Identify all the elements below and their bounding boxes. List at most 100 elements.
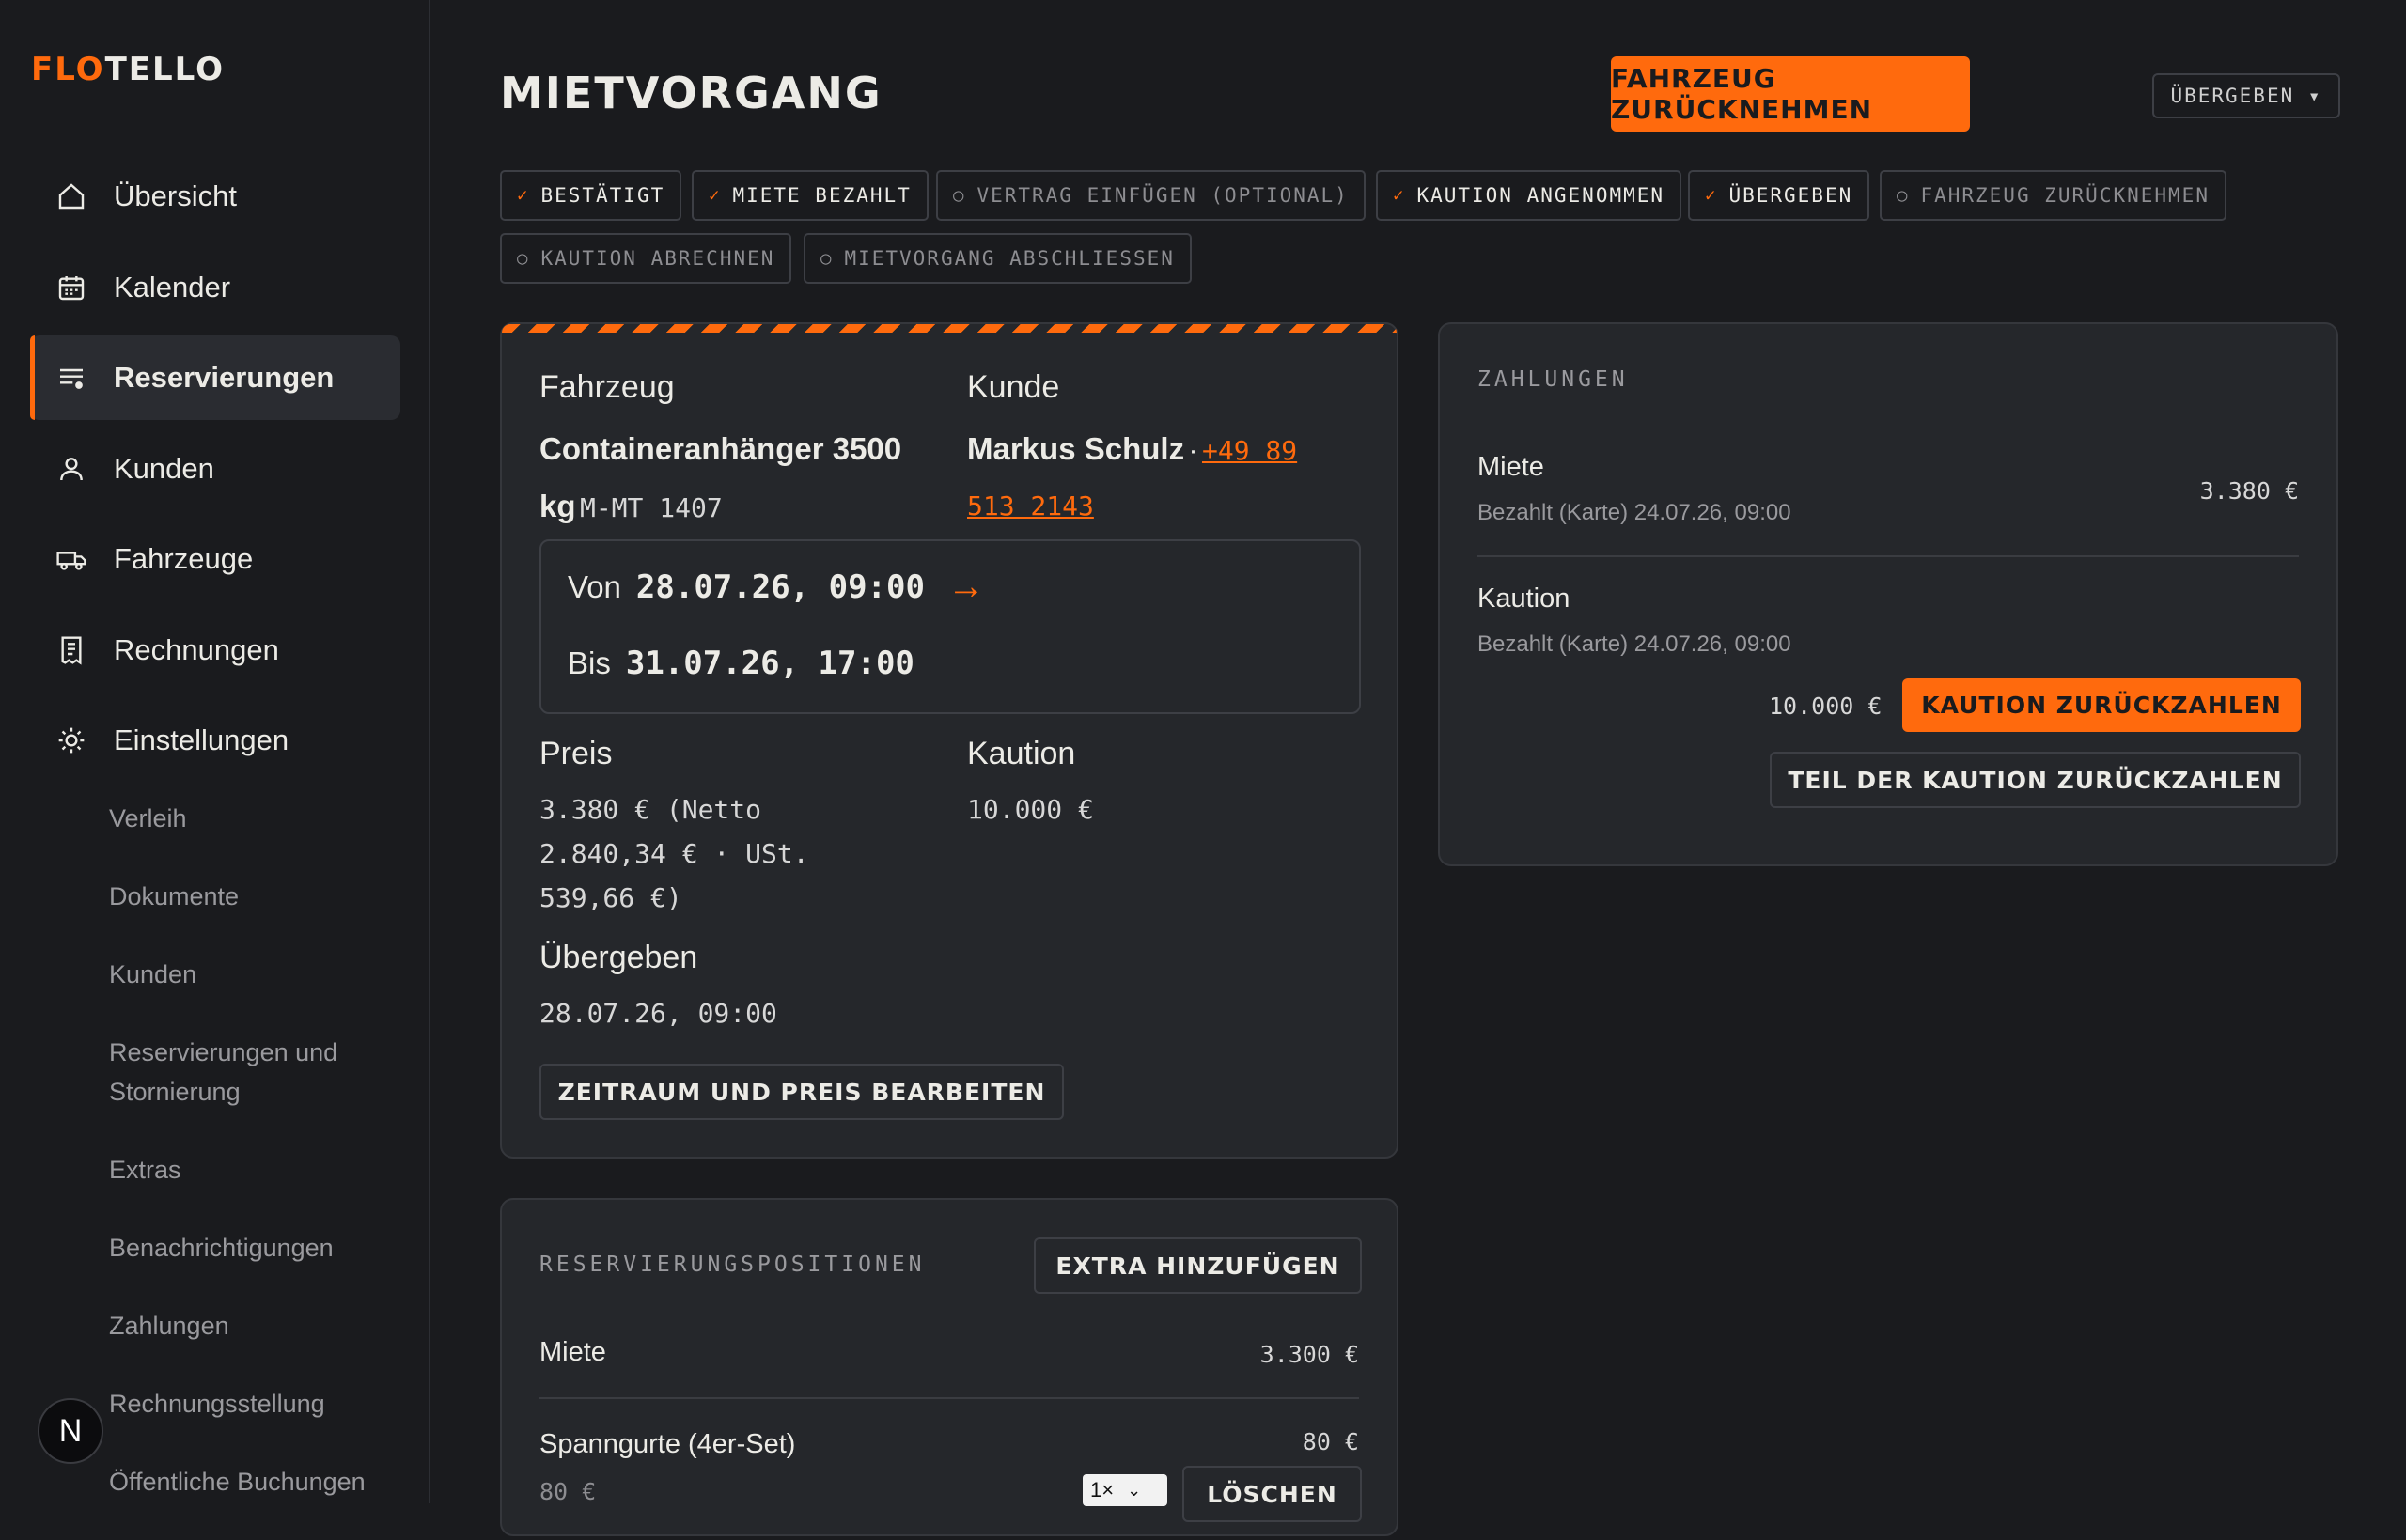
vehicle-value: Containeranhänger 3500 kg M-MT 1407 (539, 431, 902, 523)
framework-badge[interactable]: N (38, 1398, 103, 1464)
payments-title: ZAHLUNGEN (1477, 367, 1629, 392)
sidebar-item-kunden[interactable]: Kunden (30, 427, 400, 511)
warning-stripe (502, 324, 1397, 333)
sidebar-item-label: Kalender (114, 270, 231, 303)
license-plate: M-MT 1407 (579, 492, 723, 523)
subnav-reservierungen-stornierung[interactable]: Reservierungen und Stornierung (109, 1033, 353, 1112)
step-kaution-abrechnen: ○ KAUTION ABRECHNEN (500, 233, 792, 284)
circle-icon: ○ (953, 185, 966, 206)
check-icon: ✓ (709, 185, 722, 206)
rental-details-card: Fahrzeug Containeranhänger 3500 kg M-MT … (500, 322, 1398, 1159)
sidebar-item-label: Kunden (114, 451, 214, 485)
vehicle-label: Fahrzeug (539, 369, 675, 405)
customer-phone-link-cont[interactable]: 513 2143 (967, 490, 1094, 521)
logo[interactable]: FLOTELLO (31, 51, 225, 88)
subnav-rechnungsstellung[interactable]: Rechnungsstellung (109, 1384, 419, 1423)
reservation-positions-card: RESERVIERUNGSPOSITIONEN EXTRA HINZUFÜGEN… (500, 1198, 1398, 1536)
step-kaution-angenommen: ✓ KAUTION ANGENOMMEN (1376, 170, 1682, 221)
chevron-down-icon: ⌄ (1127, 1480, 1142, 1500)
step-bestaetigt: ✓ BESTÄTIGT (500, 170, 682, 221)
check-icon: ✓ (1705, 185, 1718, 206)
subnav-kunden[interactable]: Kunden (109, 955, 419, 994)
step-miete-bezahlt: ✓ MIETE BEZAHLT (692, 170, 929, 221)
customer-value: Markus Schulz · +49 89 513 2143 (967, 431, 1298, 521)
page-title: MIETVORGANG (500, 68, 883, 118)
price-label: Preis (539, 736, 613, 771)
arrow-right-icon: → (946, 566, 985, 607)
sidebar-item-einstellungen[interactable]: Einstellungen (30, 698, 400, 783)
sidebar-item-label: Einstellungen (114, 723, 289, 756)
step-mietvorgang-abschliessen: ○ MIETVORGANG ABSCHLIESSEN (804, 233, 1192, 284)
date-range-box: Von 28.07.26, 09:00 → Bis 31.07.26, 17:0… (539, 539, 1361, 714)
from-date: 28.07.26, 09:00 (635, 568, 925, 606)
sidebar-item-fahrzeuge[interactable]: Fahrzeuge (30, 517, 400, 601)
quantity-select[interactable]: 1× ⌄ (1083, 1474, 1167, 1506)
subnav-dokumente[interactable]: Dokumente (109, 877, 419, 916)
sidebar-item-label: Reservierungen (114, 361, 335, 394)
customer-phone-link[interactable]: +49 89 (1202, 435, 1297, 466)
sidebar-item-rechnungen[interactable]: Rechnungen (30, 608, 400, 692)
position-amount: 3.300 € (1259, 1341, 1359, 1368)
list-icon (55, 361, 88, 395)
circle-icon: ○ (517, 248, 530, 269)
payments-card: ZAHLUNGEN Miete Bezahlt (Karte) 24.07.26… (1438, 322, 2338, 866)
handover-value: 28.07.26, 09:00 (539, 998, 777, 1029)
status-select[interactable]: ÜBERGEBEN ▾ (2152, 73, 2340, 118)
home-icon (55, 179, 88, 213)
settings-subnav: Verleih Dokumente Kunden Reservierungen … (109, 799, 419, 1540)
step-fahrzeug-zuruecknehmen: ○ FAHRZEUG ZURÜCKNEHMEN (1880, 170, 2226, 221)
sidebar-item-uebersicht[interactable]: Übersicht (30, 154, 400, 239)
customer-label: Kunde (967, 369, 1060, 405)
deposit-label: Kaution (967, 736, 1076, 771)
sidebar-item-label: Rechnungen (114, 632, 279, 666)
position-amount: 80 € (1302, 1428, 1359, 1455)
edit-period-price-button[interactable]: ZEITRAUM UND PREIS BEARBEITEN (539, 1064, 1064, 1120)
position-label: Spanngurte (4er-Set) (539, 1429, 796, 1459)
refund-deposit-button[interactable]: KAUTION ZURÜCKZAHLEN (1902, 678, 2301, 732)
subnav-extras[interactable]: Extras (109, 1150, 419, 1190)
subnav-benachrichtigungen[interactable]: Benachrichtigungen (109, 1228, 419, 1268)
position-label: Miete (539, 1337, 606, 1367)
step-uebergeben: ✓ ÜBERGEBEN (1688, 170, 1870, 221)
partial-refund-deposit-button[interactable]: TEIL DER KAUTION ZURÜCKZAHLEN (1770, 752, 2301, 808)
check-icon: ✓ (517, 185, 530, 206)
sidebar-nav: Übersicht Kalender Reservierungen Kunden… (30, 154, 400, 789)
sidebar: FLOTELLO Übersicht Kalender Reservierung… (0, 0, 430, 1503)
divider (539, 1397, 1359, 1399)
rent-payment-amount: 3.380 € (2199, 477, 2299, 505)
deposit-value: 10.000 € (967, 794, 1094, 825)
sidebar-item-kalender[interactable]: Kalender (30, 245, 400, 330)
check-icon: ✓ (1393, 185, 1406, 206)
subnav-verleih[interactable]: Verleih (109, 799, 419, 838)
to-date: 31.07.26, 17:00 (625, 645, 914, 682)
to-row: Bis 31.07.26, 17:00 (568, 645, 914, 682)
sidebar-item-reservierungen[interactable]: Reservierungen (30, 335, 400, 420)
sidebar-item-label: Übersicht (114, 179, 237, 212)
positions-title: RESERVIERUNGSPOSITIONEN (539, 1252, 926, 1277)
circle-icon: ○ (1897, 185, 1910, 206)
truck-icon (55, 542, 88, 576)
add-extra-button[interactable]: EXTRA HINZUFÜGEN (1034, 1237, 1362, 1294)
subnav-oeffentliche-buchungen[interactable]: Öffentliche Buchungen (109, 1462, 419, 1501)
deposit-payment-status: Bezahlt (Karte) 24.07.26, 09:00 (1477, 631, 1791, 657)
rent-payment-label: Miete (1477, 452, 1544, 482)
divider (1477, 555, 2299, 557)
position-unit-price: 80 € (539, 1478, 597, 1505)
subnav-zahlungen[interactable]: Zahlungen (109, 1306, 419, 1346)
deposit-payment-label: Kaution (1477, 583, 1570, 614)
gear-icon (55, 723, 88, 757)
sidebar-item-label: Fahrzeuge (114, 542, 254, 575)
customer-name[interactable]: Markus Schulz (967, 431, 1184, 466)
receipt-icon (55, 633, 88, 667)
price-value: 3.380 € (Netto 2.840,34 € · USt. 539,66 … (539, 794, 809, 913)
circle-icon: ○ (820, 248, 834, 269)
deposit-payment-amount: 10.000 € (1769, 692, 1883, 720)
calendar-icon (55, 271, 88, 304)
delete-position-button[interactable]: LÖSCHEN (1182, 1466, 1362, 1522)
return-vehicle-button[interactable]: FAHRZEUG ZURÜCKNEHMEN (1611, 56, 1970, 132)
user-icon (55, 452, 88, 486)
step-vertrag-einfuegen: ○ VERTRAG EINFÜGEN (OPTIONAL) (936, 170, 1366, 221)
rent-payment-status: Bezahlt (Karte) 24.07.26, 09:00 (1477, 500, 1791, 525)
handover-label: Übergeben (539, 940, 698, 975)
from-row: Von 28.07.26, 09:00 → (568, 566, 985, 607)
